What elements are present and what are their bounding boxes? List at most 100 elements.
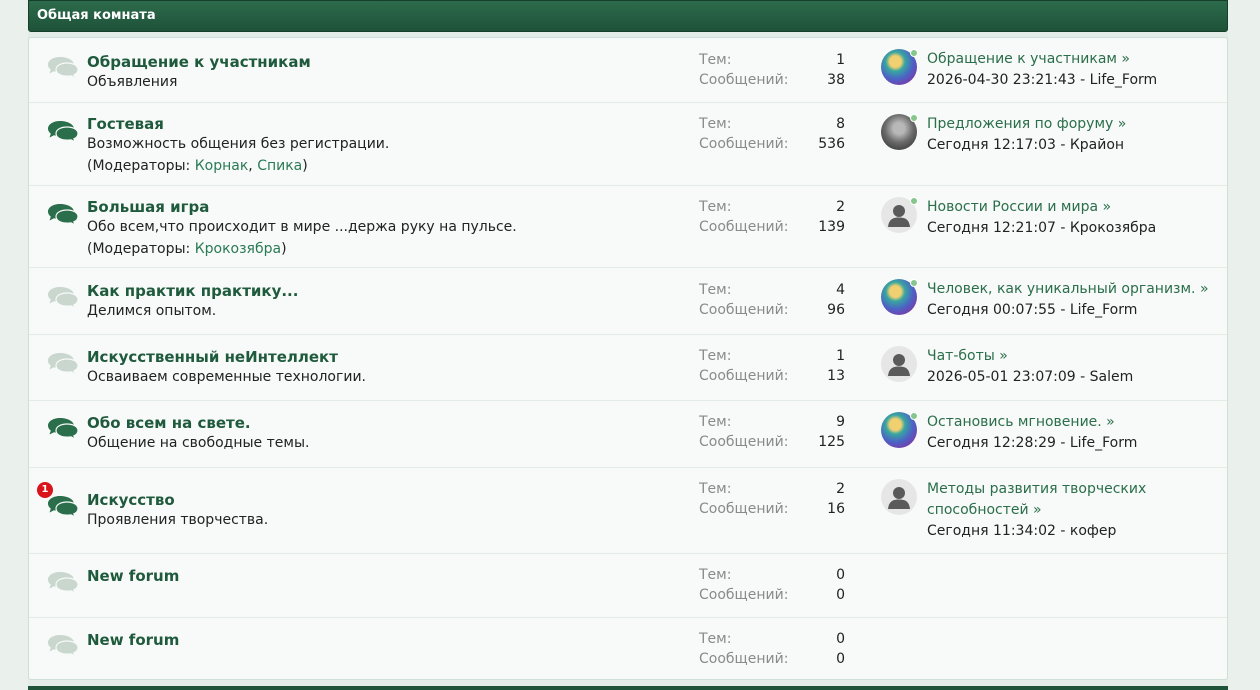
last-post-meta: Сегодня 12:28:29 - Life_Form <box>927 435 1138 451</box>
goto-last-post-icon[interactable]: » <box>995 348 1008 364</box>
last-post-author[interactable]: Life_Form <box>1090 72 1158 88</box>
forum-description: Делимся опытом. <box>87 303 217 319</box>
goto-last-post-icon[interactable]: » <box>1102 414 1115 430</box>
forum-row: Искусственный неИнтеллект Осваиваем совре… <box>29 335 1227 401</box>
last-post-topic-line: Обращение к участникам » <box>927 49 1217 70</box>
posts-count-label: Сообщений: <box>699 302 789 318</box>
last-post-topic-link[interactable]: Предложения по форуму <box>927 116 1113 132</box>
topics-count: 0 <box>836 631 845 647</box>
forum-info: New forum <box>87 630 647 650</box>
forum-info: Обо всем на свете. Общение на свободные т… <box>87 413 647 453</box>
posts-count-label: Сообщений: <box>699 136 789 152</box>
last-post-author[interactable]: Крокозябра <box>1070 220 1156 236</box>
topics-count: 0 <box>836 567 845 583</box>
chat-bubbles-icon <box>47 351 79 375</box>
last-post-text: Методы развития творческих способностей »… <box>927 479 1217 542</box>
forum-title-link[interactable]: New forum <box>87 630 647 650</box>
last-post-author[interactable]: кофер <box>1070 523 1117 539</box>
last-post-author[interactable]: Salem <box>1090 369 1134 385</box>
forum-info: Большая игра Обо всем,что происходит в ми… <box>87 197 647 259</box>
last-post-author[interactable]: Крайон <box>1070 137 1124 153</box>
posts-count: 0 <box>836 651 845 667</box>
last-post-date: 2026-05-01 23:07:09 <box>927 369 1076 385</box>
posts-count: 536 <box>818 136 845 152</box>
topics-count: 2 <box>836 199 845 215</box>
posts-count-row: Сообщений: 96 <box>699 300 845 320</box>
last-post-topic-line: Предложения по форуму » <box>927 114 1217 135</box>
goto-last-post-icon[interactable]: » <box>1098 199 1111 215</box>
forum-row: New forum Тем: 0 Сообщений: 0 <box>29 618 1227 679</box>
last-post-topic-part: Методы развития творческих <box>927 481 1147 497</box>
forum-title-link[interactable]: Обращение к участникам <box>87 52 647 72</box>
last-post-topic-link[interactable]: Остановись мгновение. <box>927 414 1102 430</box>
online-status-dot <box>910 279 918 287</box>
online-status-dot <box>910 197 918 205</box>
topics-count: 9 <box>836 414 845 430</box>
last-post-meta: Сегодня 00:07:55 - Life_Form <box>927 302 1138 318</box>
topics-count: 1 <box>836 348 845 364</box>
last-post-text: Остановись мгновение. » Сегодня 12:28:29 … <box>927 412 1217 454</box>
forum-title-link[interactable]: Искусство <box>87 490 647 510</box>
forum-title-link[interactable]: Как практик практику... <box>87 281 647 301</box>
topics-count-row: Тем: 1 <box>699 50 845 70</box>
category-title[interactable]: Общая комната <box>37 8 156 23</box>
moderator-link[interactable]: Корнак <box>195 158 249 174</box>
goto-last-post-icon[interactable]: » <box>1117 51 1130 67</box>
posts-count: 96 <box>827 302 845 318</box>
topics-count: 8 <box>836 116 845 132</box>
forum-title-link[interactable]: Обо всем на свете. <box>87 413 647 433</box>
chat-bubbles-icon <box>47 416 79 440</box>
topics-count-label: Тем: <box>699 414 732 430</box>
forum-info: Как практик практику... Делимся опытом. <box>87 281 647 321</box>
last-post-author[interactable]: Life_Form <box>1070 302 1138 318</box>
last-post-topic-link[interactable]: Новости России и мира <box>927 199 1098 215</box>
posts-count: 13 <box>827 368 845 384</box>
forum-info: Искусственный неИнтеллект Осваиваем совре… <box>87 347 647 387</box>
posts-count-row: Сообщений: 125 <box>699 432 845 452</box>
last-post-topic-line: Человек, как уникальный организм. » <box>927 279 1217 300</box>
topics-count: 4 <box>836 282 845 298</box>
forum-title-link[interactable]: Большая игра <box>87 197 647 217</box>
forum-info: New forum <box>87 566 647 586</box>
forum-title-link[interactable]: New forum <box>87 566 647 586</box>
last-post-author[interactable]: Life_Form <box>1070 435 1138 451</box>
chat-bubbles-icon <box>47 55 79 79</box>
forum-row: Как практик практику... Делимся опытом. Те… <box>29 268 1227 335</box>
last-post-date: Сегодня 12:28:29 <box>927 435 1056 451</box>
moderator-link[interactable]: Крокозябра <box>195 241 281 257</box>
avatar[interactable] <box>881 346 917 382</box>
forum-stats: Тем: 0 Сообщений: 0 <box>699 629 845 669</box>
forum-description: Обо всем,что происходит в мире ...держа … <box>87 219 517 235</box>
forum-stats: Тем: 1 Сообщений: 38 <box>699 50 845 90</box>
last-post-date: Сегодня 12:21:07 <box>927 220 1056 236</box>
topics-count-row: Тем: 9 <box>699 412 845 432</box>
posts-count-row: Сообщений: 13 <box>699 366 845 386</box>
posts-count-row: Сообщений: 0 <box>699 585 845 605</box>
last-post-meta: Сегодня 12:21:07 - Крокозябра <box>927 220 1157 236</box>
last-post-topic-link[interactable]: Чат-боты <box>927 348 995 364</box>
goto-last-post-icon[interactable]: » <box>1196 281 1209 297</box>
avatar[interactable] <box>881 479 917 515</box>
chat-bubbles-icon <box>47 494 79 518</box>
category-header: Общая комната <box>28 0 1228 32</box>
goto-last-post-icon[interactable]: » <box>1029 502 1042 518</box>
forum-title-link[interactable]: Искусственный неИнтеллект <box>87 347 647 367</box>
chat-bubbles-icon <box>47 202 79 226</box>
goto-last-post-icon[interactable]: » <box>1113 116 1127 132</box>
moderator-link[interactable]: Спика <box>257 158 302 174</box>
topics-count-row: Тем: 1 <box>699 346 845 366</box>
forum-stats: Тем: 4 Сообщений: 96 <box>699 280 845 320</box>
posts-count-row: Сообщений: 0 <box>699 649 845 669</box>
moderators-label: (Модераторы: <box>87 241 195 257</box>
last-post-text: Обращение к участникам » 2026-04-30 23:21… <box>927 49 1217 91</box>
forum-list: Обращение к участникам Объявления Тем: 1 Соо… <box>28 37 1228 680</box>
last-post-topic-link[interactable]: Обращение к участникам <box>927 51 1117 67</box>
topics-count-label: Тем: <box>699 116 732 132</box>
posts-count-label: Сообщений: <box>699 434 789 450</box>
forum-title-link[interactable]: Гостевая <box>87 114 647 134</box>
last-post-text: Новости России и мира » Сегодня 12:21:07 … <box>927 197 1217 239</box>
posts-count-row: Сообщений: 536 <box>699 134 845 154</box>
last-post-meta: 2026-04-30 23:21:43 - Life_Form <box>927 72 1158 88</box>
posts-count: 38 <box>827 72 845 88</box>
last-post-topic-link[interactable]: Человек, как уникальный организм. <box>927 281 1196 297</box>
